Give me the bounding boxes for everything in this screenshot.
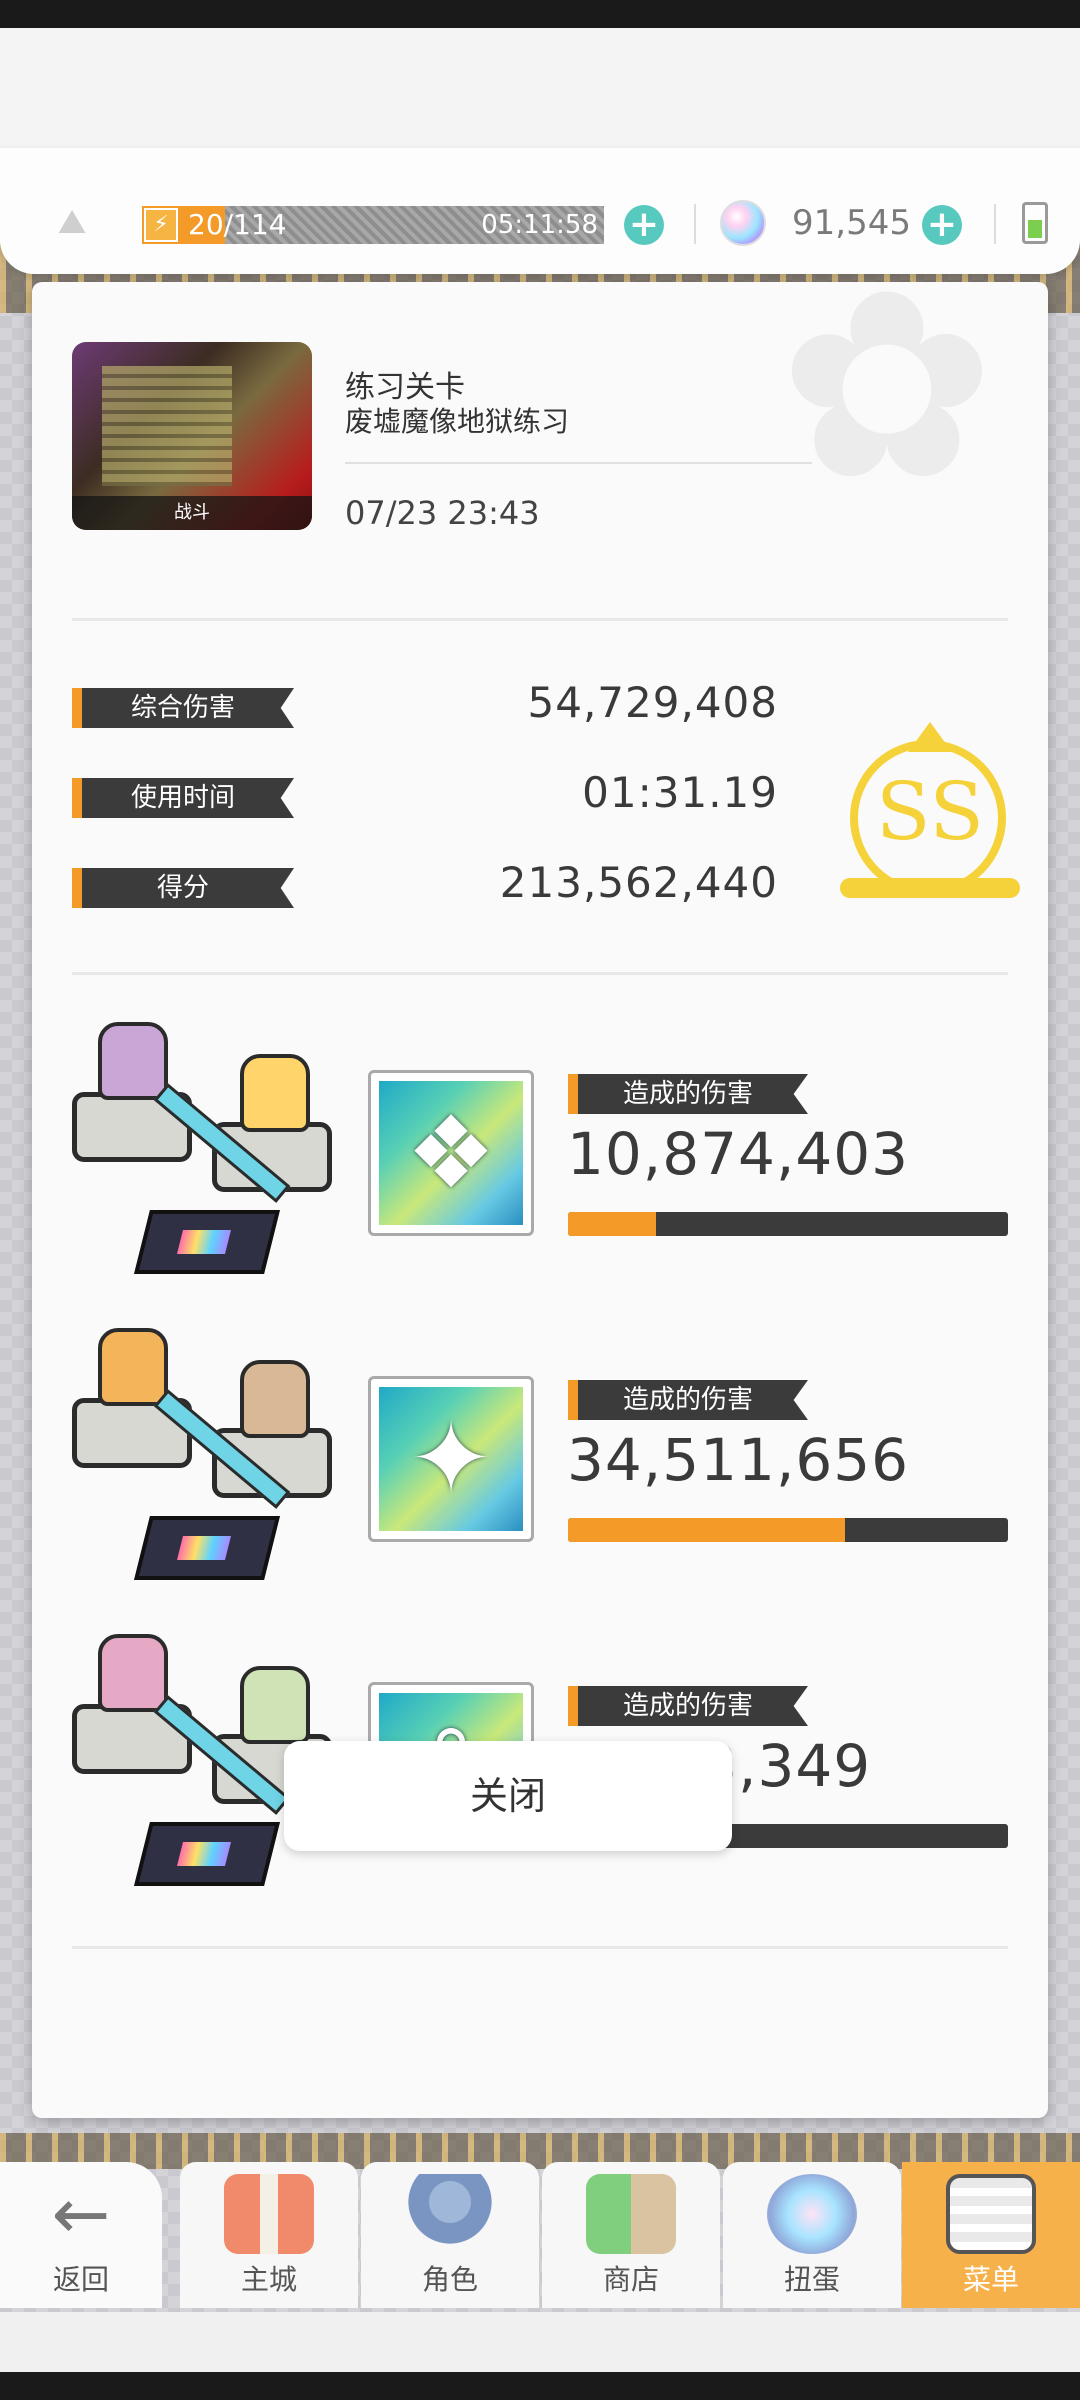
energy-count: 20/114: [188, 208, 287, 241]
gem-count: 91,545: [792, 203, 911, 243]
battery-icon: [1022, 202, 1048, 244]
bottom-navigation: ← 返回 主城 角色 商店 扭蛋 菜单: [0, 2128, 1080, 2312]
damage-value: 10,874,403: [567, 1120, 910, 1188]
divider: [694, 204, 696, 244]
close-button[interactable]: 关闭: [284, 1741, 732, 1851]
staff-icon: ❖: [406, 1094, 496, 1211]
stat-value-time-used: 01:31.19: [582, 768, 778, 817]
stat-value-total-damage: 54,729,408: [527, 678, 778, 727]
damage-share-fill: [568, 1518, 846, 1542]
mace-icon: ✦: [409, 1400, 493, 1517]
stat-label-time-used: 使用时间: [72, 778, 294, 818]
stat-label-total-damage: 综合伤害: [72, 688, 294, 728]
nav-label: 商店: [602, 2263, 659, 2296]
shop-icon: [586, 2174, 676, 2254]
nav-label: 角色: [421, 2263, 478, 2296]
decorative-emblem-icon: ✿: [778, 282, 996, 492]
nav-menu[interactable]: 菜单: [902, 2162, 1080, 2308]
add-gems-button[interactable]: +: [922, 205, 962, 245]
tile-sprite: [134, 1210, 280, 1274]
character-sprite: [98, 1634, 168, 1712]
tile-sprite: [134, 1516, 280, 1580]
gacha-icon: [767, 2174, 857, 2254]
damage-label: 造成的伤害: [568, 1686, 808, 1726]
rank-badge: SS: [840, 722, 1020, 902]
damage-label: 造成的伤害: [568, 1074, 808, 1114]
nav-characters[interactable]: 角色: [361, 2162, 539, 2308]
damage-label: 造成的伤害: [568, 1380, 808, 1420]
castle-icon: [224, 2174, 314, 2254]
nav-label: 返回: [52, 2263, 109, 2296]
notification-bell-icon[interactable]: ⛰: [52, 202, 92, 242]
nav-bottom-strip: [0, 2312, 1080, 2372]
character-icon: [405, 2174, 495, 2254]
character-sprite: [240, 1666, 310, 1744]
stage-thumbnail: 战斗: [72, 342, 312, 530]
nav-label: 菜单: [962, 2263, 1019, 2296]
game-screen: ⛰ ⚡ 20/114 05:11:58 + 91,545 + ✿ 战斗 练习关卡…: [0, 28, 1080, 2372]
tile-sprite: [134, 1822, 280, 1886]
damage-value: 34,511,656: [567, 1426, 910, 1494]
weapon-slot-1[interactable]: ❖: [368, 1070, 534, 1236]
divider: [72, 972, 1008, 975]
damage-share-bar: [568, 1518, 1008, 1542]
damage-share-fill: [568, 1212, 656, 1236]
divider: [72, 1946, 1008, 1949]
character-sprite: [240, 1054, 310, 1132]
resource-bar: ⛰ ⚡ 20/114 05:11:58 + 91,545 +: [0, 148, 1080, 274]
character-sprite: [98, 1022, 168, 1100]
golem-image: [102, 366, 232, 486]
energy-bar: ⚡ 20/114 05:11:58: [142, 206, 604, 244]
gem-icon: [720, 200, 766, 246]
party-member-2[interactable]: [72, 1328, 352, 1588]
nav-shop[interactable]: 商店: [542, 2162, 720, 2308]
stage-name: 废墟魔像地狱练习: [345, 405, 570, 438]
party-member-1[interactable]: [72, 1022, 352, 1282]
character-sprite: [240, 1360, 310, 1438]
stat-value-score: 213,562,440: [499, 858, 778, 907]
nav-main-city[interactable]: 主城: [180, 2162, 358, 2308]
thumbnail-label: 战斗: [72, 496, 312, 530]
nav-label: 扭蛋: [783, 2263, 840, 2296]
nav-gacha[interactable]: 扭蛋: [723, 2162, 901, 2308]
stat-label-score: 得分: [72, 868, 294, 908]
nav-label: 主城: [240, 2263, 297, 2296]
battle-datetime: 07/23 23:43: [345, 494, 540, 532]
damage-share-bar: [568, 1212, 1008, 1236]
divider: [72, 618, 1008, 621]
add-energy-button[interactable]: +: [624, 205, 664, 245]
divider: [994, 204, 996, 244]
lightning-icon: ⚡: [144, 208, 178, 242]
weapon-slot-2[interactable]: ✦: [368, 1376, 534, 1542]
character-sprite: [98, 1328, 168, 1406]
back-arrow-icon: ←: [51, 2173, 111, 2255]
energy-timer: 05:11:58: [481, 210, 598, 240]
rank-text: SS: [875, 765, 985, 858]
menu-icon: [946, 2174, 1036, 2254]
nav-back[interactable]: ← 返回: [0, 2162, 162, 2308]
divider: [345, 462, 812, 464]
